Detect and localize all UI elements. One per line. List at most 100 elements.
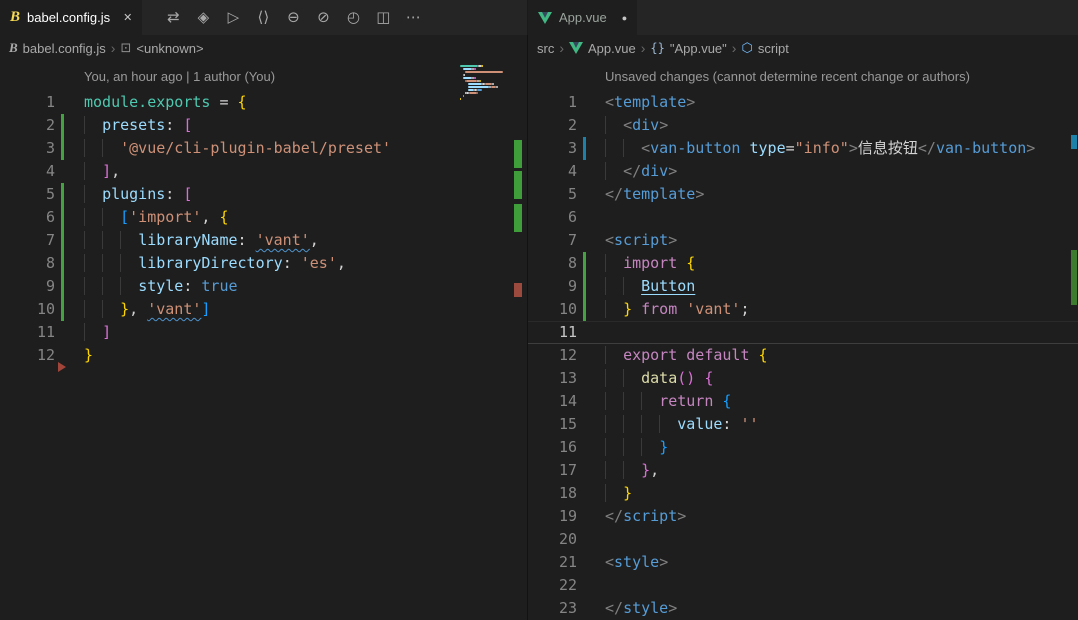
line-number: 8 — [45, 254, 55, 272]
overview-mark-deleted — [514, 283, 522, 297]
code-line[interactable]: 11 — [528, 321, 1078, 344]
line-number: 7 — [567, 231, 577, 249]
breadcrumb-item[interactable]: {} "App.vue" — [650, 41, 726, 56]
gutter-decoration — [583, 344, 586, 367]
code-text: value: '' — [605, 413, 759, 436]
code-line[interactable]: 7 <script> — [528, 229, 1078, 252]
code-text: </script> — [605, 507, 687, 525]
modified-dot-icon[interactable]: ● — [622, 13, 627, 23]
line-number: 11 — [36, 323, 55, 341]
line-number: 11 — [558, 323, 577, 341]
line-number: 5 — [567, 185, 577, 203]
code-text: export default { — [605, 344, 768, 367]
code-line[interactable]: 2 <div> — [528, 114, 1078, 137]
more-actions-icon[interactable]: ⋯ — [398, 0, 428, 35]
line-number: 7 — [45, 231, 55, 249]
line-number: 8 — [567, 254, 577, 272]
tab-app-vue[interactable]: App.vue ● — [528, 0, 638, 35]
code-line[interactable]: 15 value: '' — [528, 413, 1078, 436]
overview-ruler-right[interactable] — [1070, 35, 1078, 620]
code-text: </div> — [605, 160, 677, 183]
code-line[interactable]: 1 <template> — [528, 91, 1078, 114]
overview-ruler-left[interactable] — [507, 35, 527, 620]
open-changes-icon[interactable]: ⇄ — [158, 0, 188, 35]
code-line[interactable]: 6 — [528, 206, 1078, 229]
code-line[interactable]: 22 — [528, 574, 1078, 597]
gutter-decoration — [61, 229, 64, 252]
code-line[interactable]: 20 — [528, 528, 1078, 551]
tab-babel-config-js[interactable]: B babel.config.js ✕ — [0, 0, 143, 35]
breadcrumb-label: babel.config.js — [22, 40, 106, 56]
run-icon[interactable]: ▷ — [218, 0, 248, 35]
breadcrumb-item[interactable]: src — [537, 41, 554, 56]
code-line[interactable]: 10 }, 'vant'] — [0, 298, 527, 321]
code-line[interactable]: 8 libraryDirectory: 'es', — [0, 252, 527, 275]
code-line[interactable]: 5 </template> — [528, 183, 1078, 206]
code-line[interactable]: 3 '@vue/cli-plugin-babel/preset' — [0, 137, 527, 160]
minimap[interactable] — [458, 62, 505, 102]
code-line[interactable]: 3 <van-button type="info">信息按钮</van-butt… — [528, 137, 1078, 160]
code-line[interactable]: 1 module.exports = { — [0, 91, 527, 114]
gutter-decoration — [583, 413, 586, 436]
code-text: }, 'vant'] — [84, 298, 210, 321]
breadcrumb-label: App.vue — [588, 40, 636, 56]
code-line[interactable]: 16 } — [528, 436, 1078, 459]
code-line[interactable]: 6 ['import', { — [0, 206, 527, 229]
code-line[interactable]: 4 ], — [0, 160, 527, 183]
code-text: data() { — [605, 367, 713, 390]
code-line[interactable]: 7 libraryName: 'vant', — [0, 229, 527, 252]
code-line[interactable]: 12 export default { — [528, 344, 1078, 367]
preview-icon[interactable]: ◴ — [338, 0, 368, 35]
code-line[interactable]: 5 plugins: [ — [0, 183, 527, 206]
code-line[interactable]: 4 </div> — [528, 160, 1078, 183]
gutter-decoration — [61, 160, 64, 183]
gutter-decoration — [583, 459, 586, 482]
split-editor-icon[interactable]: ◫ — [368, 0, 398, 35]
breadcrumb-item[interactable]: Bbabel.config.js — [9, 40, 106, 56]
editor-pane-right: src › App.vue ›{} "App.vue" › ⬡ script Unsaved … — [527, 35, 1078, 620]
code-preview-icon[interactable]: ⟨⟩ — [248, 0, 278, 35]
code-line[interactable]: 18 } — [528, 482, 1078, 505]
breadcrumb-item[interactable]: ⊡ <unknown> — [120, 40, 203, 56]
code-line[interactable]: 9 style: true — [0, 275, 527, 298]
code-line[interactable]: 19 </script> — [528, 505, 1078, 528]
gutter-decoration — [583, 298, 586, 321]
line-number: 15 — [558, 415, 577, 433]
codelens-blame[interactable]: You, an hour ago | 1 author (You) — [0, 61, 527, 91]
code-area-left[interactable]: 1 module.exports = {2 presets: [3 '@vue/c… — [0, 91, 527, 372]
line-number: 4 — [567, 162, 577, 180]
vue-icon — [538, 11, 552, 24]
gutter-decoration — [583, 528, 586, 551]
breadcrumb-label: script — [757, 40, 789, 56]
code-line[interactable]: 17 }, — [528, 459, 1078, 482]
code-line[interactable]: 23 </style> — [528, 597, 1078, 620]
code-line[interactable]: 14 return { — [528, 390, 1078, 413]
code-line[interactable]: 10 } from 'vant'; — [528, 298, 1078, 321]
code-line[interactable]: 9 Button — [528, 275, 1078, 298]
line-number: 6 — [45, 208, 55, 226]
line-number: 3 — [45, 139, 55, 157]
overview-mark-added — [514, 171, 522, 199]
vue-icon — [569, 42, 584, 54]
code-line[interactable]: 12} — [0, 344, 527, 372]
gutter-decoration — [61, 298, 64, 321]
circle-dash-icon[interactable]: ⊖ — [278, 0, 308, 35]
slash-circle-icon[interactable]: ⊘ — [308, 0, 338, 35]
code-line[interactable]: 2 presets: [ — [0, 114, 527, 137]
tab-group-right: App.vue ● — [527, 0, 1078, 35]
codelens-unsaved[interactable]: Unsaved changes (cannot determine recent… — [528, 61, 1078, 91]
code-line[interactable]: 8 import { — [528, 252, 1078, 275]
code-line[interactable]: 13 data() { — [528, 367, 1078, 390]
close-icon[interactable]: ✕ — [123, 11, 132, 24]
breadcrumb-item[interactable]: ⬡ script — [741, 40, 788, 56]
code-line[interactable]: 11 ] — [0, 321, 527, 344]
breadcrumb-item[interactable]: App.vue — [569, 41, 636, 56]
line-number: 22 — [558, 576, 577, 594]
minimap-line — [460, 97, 503, 100]
code-text: <template> — [605, 93, 696, 111]
code-area-right[interactable]: 1 <template> 2 <div> 3 <van-button type="in… — [528, 91, 1078, 620]
code-text: } — [605, 436, 668, 459]
code-line[interactable]: 21 <style> — [528, 551, 1078, 574]
gutter-decoration — [583, 321, 586, 344]
run-or-debug-icon[interactable]: ◈ — [188, 0, 218, 35]
